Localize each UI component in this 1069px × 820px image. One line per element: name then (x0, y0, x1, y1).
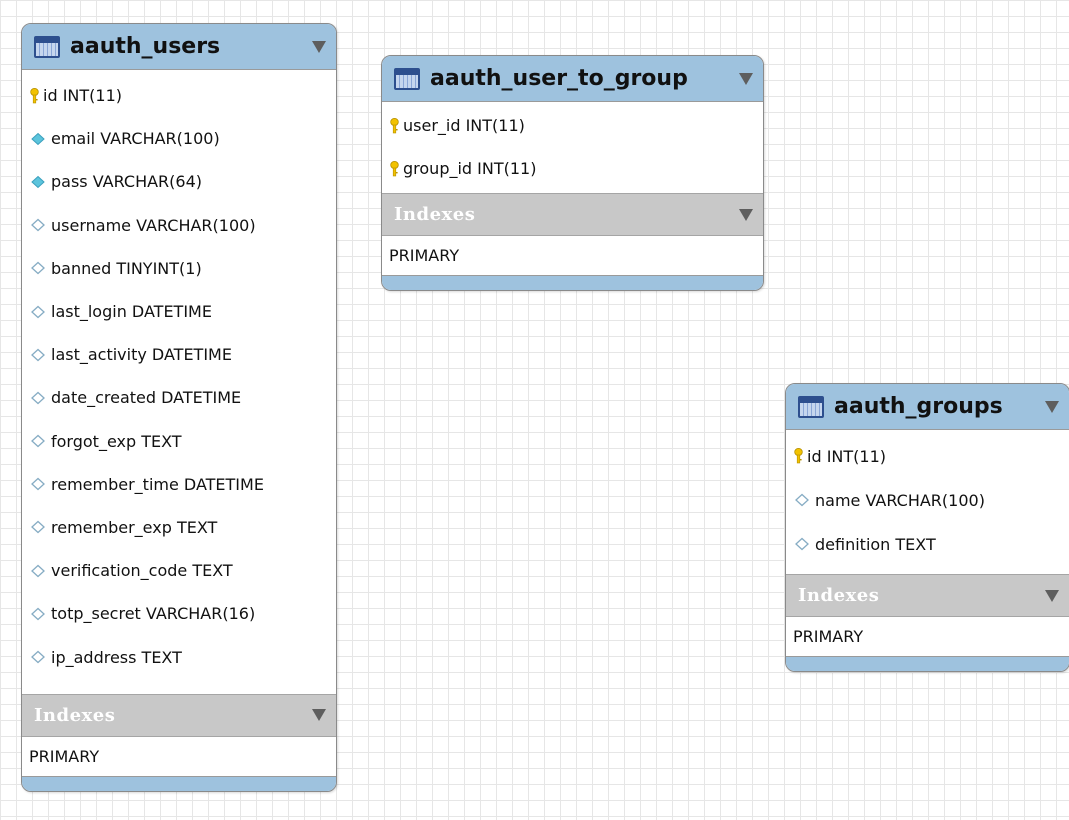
filled-diamond-icon (31, 132, 45, 145)
table-icon (798, 395, 824, 418)
table-header[interactable]: aauth_users (22, 24, 336, 69)
table-column[interactable]: last_login DATETIME (22, 290, 336, 333)
table-footer (786, 656, 1069, 671)
filled-diamond-icon (31, 175, 45, 189)
column-label: username VARCHAR(100) (51, 215, 256, 235)
table-column[interactable]: banned TINYINT(1) (22, 247, 336, 290)
column-label: id INT(11) (43, 86, 122, 106)
table-footer (22, 775, 336, 791)
table-title: aauth_user_to_group (430, 66, 688, 91)
table-column[interactable]: name VARCHAR(100) (786, 478, 1069, 522)
chevron-down-icon[interactable] (312, 709, 326, 722)
table-footer (382, 275, 763, 290)
column-label: id INT(11) (807, 446, 886, 466)
table-column[interactable]: ip_address TEXT (22, 635, 336, 678)
column-label: verification_code TEXT (51, 561, 233, 581)
column-list: id INT(11) email VARCHAR(100) pass VARCHAR… (22, 69, 336, 694)
table-header[interactable]: aauth_user_to_group (382, 56, 763, 101)
hollow-diamond-icon (31, 348, 45, 362)
key-icon (794, 448, 803, 464)
table-title: aauth_groups (834, 394, 1003, 419)
table-column[interactable]: user_id INT(11) (382, 104, 763, 147)
column-label: date_created DATETIME (51, 388, 242, 408)
column-label: last_login DATETIME (51, 302, 212, 322)
hollow-diamond-icon (795, 493, 809, 507)
indexes-title: Indexes (34, 704, 116, 726)
table-aauth-groups[interactable]: aauth_groups id INT(11) name VARCHAR(100)… (785, 383, 1069, 672)
table-column[interactable]: verification_code TEXT (22, 549, 336, 592)
column-label: group_id INT(11) (403, 159, 537, 178)
table-icon (34, 35, 60, 58)
table-column[interactable]: id INT(11) (786, 434, 1069, 478)
indexes-header[interactable]: Indexes (382, 193, 763, 235)
index-item[interactable]: PRIMARY (786, 616, 1069, 656)
table-aauth-user-to-group[interactable]: aauth_user_to_group user_id INT(11) group… (381, 55, 764, 291)
table-column[interactable]: forgot_exp TEXT (22, 420, 336, 463)
hollow-diamond-icon (31, 305, 45, 318)
column-list: id INT(11) name VARCHAR(100) definition TE… (786, 429, 1069, 574)
table-column[interactable]: definition TEXT (786, 522, 1069, 566)
hollow-diamond-icon (31, 261, 45, 275)
key-icon (390, 160, 399, 176)
hollow-diamond-icon (31, 607, 45, 621)
chevron-down-icon[interactable] (739, 208, 753, 221)
table-column[interactable]: last_activity DATETIME (22, 333, 336, 376)
column-label: last_activity DATETIME (51, 345, 232, 365)
column-label: banned TINYINT(1) (51, 258, 202, 278)
table-column[interactable]: remember_time DATETIME (22, 463, 336, 506)
indexes-header[interactable]: Indexes (22, 693, 336, 736)
hollow-diamond-icon (31, 391, 45, 405)
key-icon (30, 87, 39, 103)
hollow-diamond-icon (31, 521, 45, 534)
index-item[interactable]: PRIMARY (382, 235, 763, 275)
column-label: remember_time DATETIME (51, 474, 264, 494)
indexes-title: Indexes (798, 585, 880, 606)
column-label: ip_address TEXT (51, 647, 182, 667)
hollow-diamond-icon (795, 537, 809, 551)
column-label: totp_secret VARCHAR(16) (51, 604, 256, 624)
hollow-diamond-icon (31, 477, 45, 491)
chevron-down-icon[interactable] (1045, 589, 1059, 602)
column-label: definition TEXT (815, 534, 936, 554)
chevron-down-icon[interactable] (1045, 400, 1059, 413)
table-column[interactable]: id INT(11) (22, 74, 336, 117)
table-column[interactable]: pass VARCHAR(64) (22, 160, 336, 203)
column-label: pass VARCHAR(64) (51, 172, 203, 192)
table-column[interactable]: email VARCHAR(100) (22, 117, 336, 160)
column-label: email VARCHAR(100) (51, 129, 220, 149)
column-label: remember_exp TEXT (51, 517, 218, 537)
index-item[interactable]: PRIMARY (22, 735, 336, 776)
key-icon (390, 117, 399, 133)
column-label: name VARCHAR(100) (815, 490, 985, 510)
chevron-down-icon[interactable] (739, 72, 753, 85)
table-header[interactable]: aauth_groups (786, 384, 1069, 429)
hollow-diamond-icon (31, 218, 45, 232)
indexes-header[interactable]: Indexes (786, 574, 1069, 616)
table-column[interactable]: date_created DATETIME (22, 376, 336, 419)
table-icon (394, 67, 420, 90)
table-column[interactable]: totp_secret VARCHAR(16) (22, 592, 336, 635)
table-column[interactable]: group_id INT(11) (382, 147, 763, 190)
hollow-diamond-icon (31, 650, 45, 664)
column-list: user_id INT(11) group_id INT(11) (382, 101, 763, 193)
hollow-diamond-icon (31, 564, 45, 578)
table-title: aauth_users (70, 34, 221, 59)
table-column[interactable]: username VARCHAR(100) (22, 204, 336, 247)
indexes-title: Indexes (394, 204, 476, 225)
chevron-down-icon[interactable] (312, 40, 326, 53)
column-label: user_id INT(11) (403, 116, 525, 135)
hollow-diamond-icon (31, 434, 45, 448)
table-column[interactable]: remember_exp TEXT (22, 506, 336, 549)
column-label: forgot_exp TEXT (51, 431, 182, 451)
table-aauth-users[interactable]: aauth_users id INT(11) email VARCHAR(100)… (21, 23, 337, 792)
